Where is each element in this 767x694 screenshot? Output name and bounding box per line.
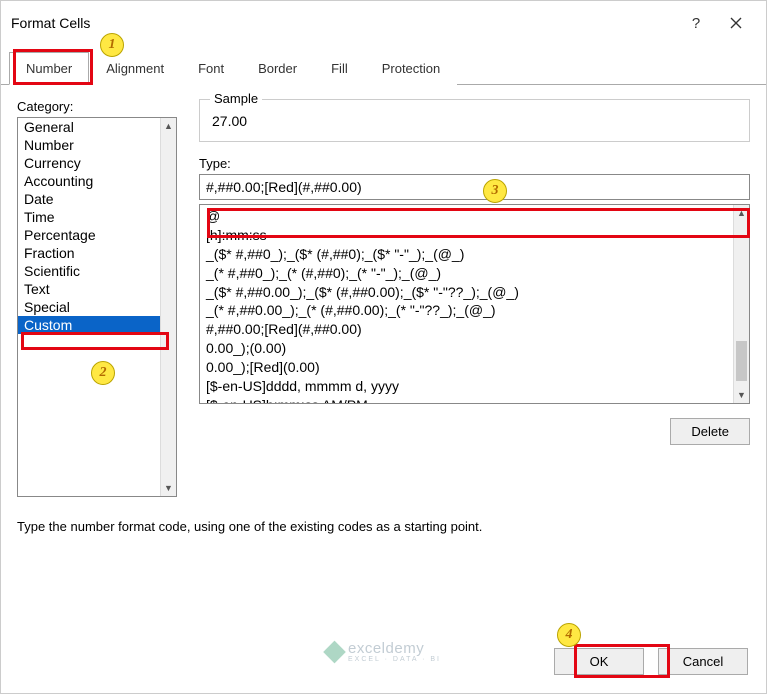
scroll-thumb[interactable]: [736, 341, 747, 381]
scroll-down-icon[interactable]: ▼: [734, 387, 749, 403]
tab-font[interactable]: Font: [181, 52, 241, 85]
tab-alignment[interactable]: Alignment: [89, 52, 181, 85]
scrollbar[interactable]: ▲ ▼: [733, 205, 749, 403]
dialog-title: Format Cells: [11, 15, 676, 31]
delete-button[interactable]: Delete: [670, 418, 750, 445]
type-list-item[interactable]: #,##0.00;[Red](#,##0.00): [206, 320, 743, 339]
hint-text: Type the number format code, using one o…: [1, 519, 766, 534]
watermark: exceldemy EXCEL · DATA · BI: [326, 640, 441, 663]
help-button[interactable]: ?: [676, 9, 716, 37]
dialog-actions: OK Cancel: [554, 648, 748, 675]
scroll-up-icon[interactable]: ▲: [161, 118, 176, 134]
titlebar: Format Cells ?: [1, 1, 766, 45]
category-item[interactable]: Date: [18, 190, 176, 208]
category-item[interactable]: Time: [18, 208, 176, 226]
type-list-item[interactable]: _(* #,##0.00_);_(* (#,##0.00);_(* "-"??_…: [206, 301, 743, 320]
tab-number[interactable]: Number: [9, 52, 89, 85]
scroll-up-icon[interactable]: ▲: [734, 205, 749, 221]
type-list-item[interactable]: [h]:mm:ss: [206, 226, 743, 245]
scroll-down-icon[interactable]: ▼: [161, 480, 176, 496]
watermark-icon: [323, 640, 346, 663]
category-listbox[interactable]: General Number Currency Accounting Date …: [17, 117, 177, 497]
type-list-item[interactable]: [$-en-US]dddd, mmmm d, yyyy: [206, 377, 743, 396]
tab-fill[interactable]: Fill: [314, 52, 365, 85]
watermark-text: exceldemy: [348, 640, 441, 657]
tab-panel-number: Category: General Number Currency Accoun…: [1, 85, 766, 511]
type-list-item[interactable]: [$-en-US]h:mm:ss AM/PM: [206, 396, 743, 404]
type-input[interactable]: [199, 174, 750, 200]
category-item[interactable]: Percentage: [18, 226, 176, 244]
type-list-item[interactable]: 0.00_);(0.00): [206, 339, 743, 358]
category-item[interactable]: Accounting: [18, 172, 176, 190]
close-icon: [730, 17, 742, 29]
category-item[interactable]: Fraction: [18, 244, 176, 262]
callout-badge: 4: [557, 623, 581, 647]
ok-button[interactable]: OK: [554, 648, 644, 675]
scrollbar[interactable]: ▲ ▼: [160, 118, 176, 496]
category-item[interactable]: Text: [18, 280, 176, 298]
category-item[interactable]: Special: [18, 298, 176, 316]
type-label: Type:: [199, 156, 231, 171]
category-item[interactable]: Scientific: [18, 262, 176, 280]
watermark-sub: EXCEL · DATA · BI: [348, 656, 441, 663]
cancel-button[interactable]: Cancel: [658, 648, 748, 675]
tab-protection[interactable]: Protection: [365, 52, 458, 85]
category-label: Category:: [17, 99, 73, 114]
category-item[interactable]: Number: [18, 136, 176, 154]
tab-strip: Number Alignment Font Border Fill Protec…: [1, 51, 766, 85]
type-list-item[interactable]: 0.00_);[Red](0.00): [206, 358, 743, 377]
category-item[interactable]: General: [18, 118, 176, 136]
type-list-item[interactable]: _(* #,##0_);_(* (#,##0);_(* "-"_);_(@_): [206, 264, 743, 283]
category-item-custom[interactable]: Custom: [18, 316, 176, 334]
type-listbox[interactable]: @ [h]:mm:ss _($* #,##0_);_($* (#,##0);_(…: [199, 204, 750, 404]
type-list-item[interactable]: _($* #,##0_);_($* (#,##0);_($* "-"_);_(@…: [206, 245, 743, 264]
sample-label: Sample: [210, 91, 262, 106]
sample-group: Sample 27.00: [199, 99, 750, 142]
sample-value: 27.00: [210, 113, 739, 129]
type-list-item[interactable]: @: [206, 207, 743, 226]
type-list-item[interactable]: _($* #,##0.00_);_($* (#,##0.00);_($* "-"…: [206, 283, 743, 302]
tab-border[interactable]: Border: [241, 52, 314, 85]
close-button[interactable]: [716, 9, 756, 37]
category-item[interactable]: Currency: [18, 154, 176, 172]
